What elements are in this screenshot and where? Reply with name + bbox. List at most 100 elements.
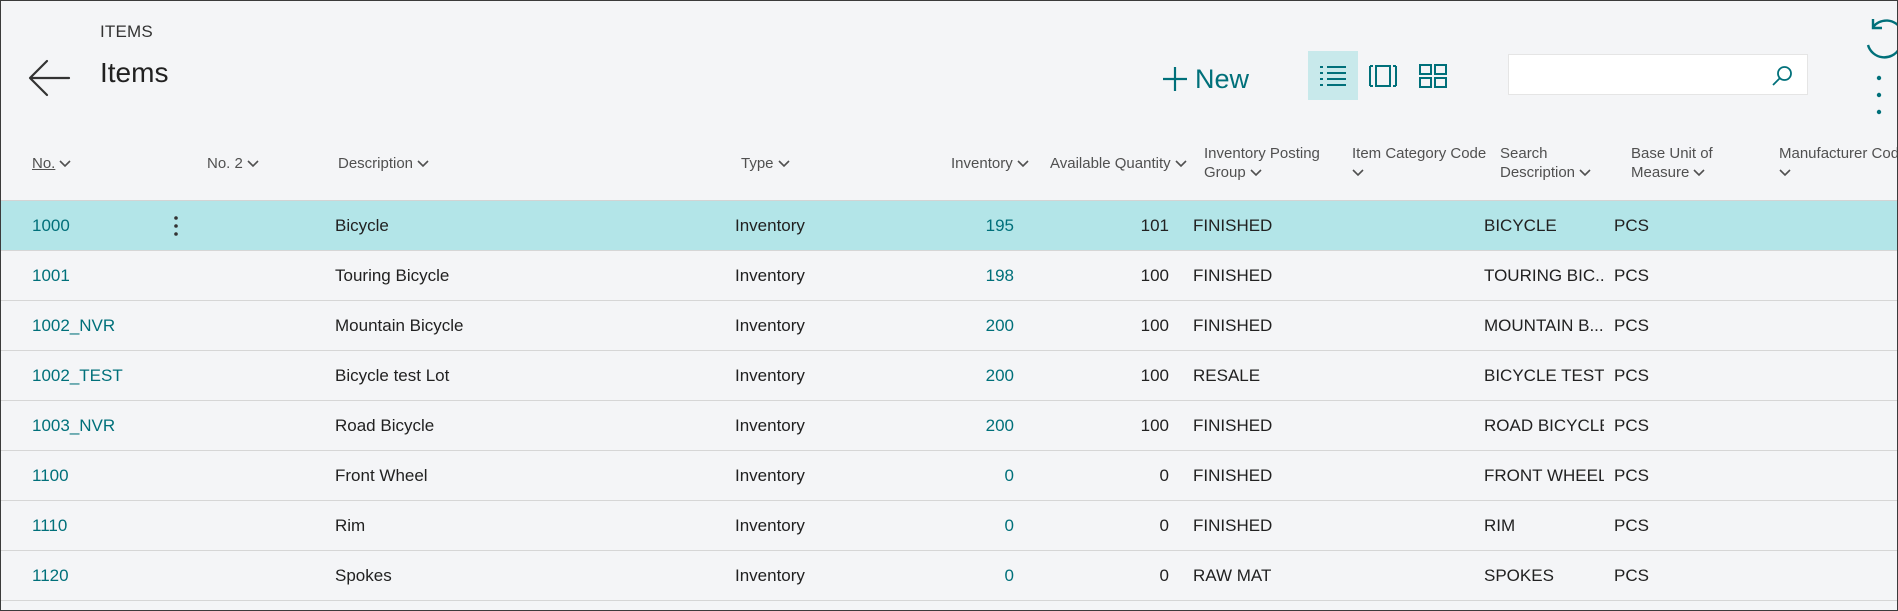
cell-description: Mountain Bicycle [335,316,464,335]
column-header-no[interactable]: No. [32,154,71,173]
cell-inventory[interactable]: 0 [901,451,1014,500]
search-box [1508,54,1808,95]
cell-base-unit-of-measure: PCS [1614,566,1649,585]
chevron-down-icon [1017,160,1029,168]
tile-view-icon [1369,64,1397,87]
row-actions-icon[interactable] [171,215,181,237]
search-icon[interactable] [1771,65,1793,87]
column-header-inventory[interactable]: Inventory [951,154,1029,173]
column-header-manufacturer-code[interactable]: Manufacturer Cod [1779,144,1897,182]
cell-available-quantity: 101 [1140,216,1169,235]
column-header-inventory-posting-group[interactable]: Inventory Posting Group [1204,144,1320,182]
column-header-no2[interactable]: No. 2 [207,154,259,173]
table-row[interactable]: 1002_NVR Mountain Bicycle Inventory 200 100 F… [1,301,1897,351]
back-arrow-icon [28,59,71,97]
cell-inventory[interactable]: 200 [901,401,1014,450]
cell-search-description: FRONT WHEEL [1484,466,1604,485]
cell-inventory[interactable]: 195 [901,201,1014,250]
cell-type: Inventory [735,416,805,435]
brick-view-icon [1419,63,1447,88]
new-button-label: New [1195,63,1250,94]
column-header-item-category-code[interactable]: Item Category Code [1352,144,1486,182]
cell-description: Bicycle test Lot [335,366,450,385]
breadcrumb: ITEMS [100,22,153,41]
cell-search-description: BICYCLE TEST ... [1484,366,1604,385]
cell-inventory-posting-group: FINISHED [1193,416,1273,435]
cell-inventory[interactable]: 0 [901,551,1014,600]
table-row[interactable]: 1001 Touring Bicycle Inventory 198 100 FINISH… [1,251,1897,301]
column-header-search-description[interactable]: Search Description [1500,144,1591,182]
cell-no[interactable]: 1001 [32,251,162,300]
cell-available-quantity: 100 [1140,316,1169,335]
column-header-available-quantity[interactable]: Available Quantity [1050,154,1187,173]
cell-no[interactable]: 1002_TEST [32,351,162,400]
cell-no[interactable]: 1002_NVR [32,301,162,350]
cell-base-unit-of-measure: PCS [1614,516,1649,535]
table-row[interactable]: 1000 Bicycle Inventory 195 101 FINISHED BICYCL… [1,201,1897,251]
cell-available-quantity: 0 [1159,466,1169,485]
table-row[interactable]: 1100 Front Wheel Inventory 0 0 FINISHED FRONT … [1,451,1897,501]
cell-no[interactable]: 1110 [32,501,162,550]
cell-available-quantity: 0 [1159,516,1169,535]
cell-base-unit-of-measure: PCS [1614,366,1649,385]
cell-description: Front Wheel [335,466,428,485]
table-row[interactable]: 1002_TEST Bicycle test Lot Inventory 200 100… [1,351,1897,401]
chevron-down-icon [1579,169,1591,177]
list-view-button[interactable] [1308,51,1358,100]
cell-description: Rim [335,516,366,535]
table-row[interactable]: 1120 Spokes Inventory 0 0 RAW MAT SPOKES PCS [1,551,1897,601]
cell-description: Touring Bicycle [335,266,450,285]
cell-available-quantity: 100 [1140,416,1169,435]
cell-inventory-posting-group: FINISHED [1193,466,1273,485]
cell-inventory[interactable]: 200 [901,301,1014,350]
column-header-description[interactable]: Description [338,154,429,173]
chevron-down-icon [1250,169,1262,177]
refresh-icon[interactable] [1863,15,1898,59]
cell-search-description: RIM [1484,516,1516,535]
back-button[interactable] [27,55,73,101]
tile-view-button[interactable] [1358,51,1408,100]
cell-search-description: TOURING BIC... [1484,266,1604,285]
chevron-down-icon [417,160,429,168]
cell-no[interactable]: 1100 [32,451,162,500]
more-options-icon[interactable] [1871,73,1887,117]
column-header-type[interactable]: Type [741,154,790,173]
table-row[interactable]: 1110 Rim Inventory 0 0 FINISHED RIM PCS [1,501,1897,551]
column-header-base-unit-of-measure[interactable]: Base Unit of Measure [1631,144,1713,182]
new-button[interactable]: New [1161,59,1249,99]
cell-type: Inventory [735,466,805,485]
table-row[interactable]: 1003_NVR Road Bicycle Inventory 200 100 FINIS… [1,401,1897,451]
list-view-icon [1320,65,1346,86]
cell-available-quantity: 100 [1140,266,1169,285]
cell-inventory[interactable]: 0 [901,501,1014,550]
chevron-down-icon [1779,169,1791,177]
cell-search-description: ROAD BICYCLE [1484,416,1604,435]
cell-type: Inventory [735,566,805,585]
cell-base-unit-of-measure: PCS [1614,416,1649,435]
cell-no[interactable]: 1003_NVR [32,401,162,450]
cell-inventory-posting-group: RAW MAT [1193,566,1272,585]
chevron-down-icon [1352,169,1364,177]
cell-base-unit-of-measure: PCS [1614,216,1649,235]
cell-search-description: MOUNTAIN B... [1484,316,1604,335]
chevron-down-icon [59,160,71,168]
cell-inventory-posting-group: FINISHED [1193,516,1273,535]
cell-type: Inventory [735,216,805,235]
cell-base-unit-of-measure: PCS [1614,266,1649,285]
plus-icon [1163,67,1187,91]
chevron-down-icon [1693,169,1705,177]
cell-type: Inventory [735,516,805,535]
brick-view-button[interactable] [1408,51,1458,100]
chevron-down-icon [247,160,259,168]
cell-type: Inventory [735,366,805,385]
cell-type: Inventory [735,316,805,335]
cell-inventory[interactable]: 198 [901,251,1014,300]
cell-base-unit-of-measure: PCS [1614,466,1649,485]
cell-no[interactable]: 1000 [32,201,162,250]
cell-no[interactable]: 1120 [32,551,162,600]
search-input[interactable] [1509,55,1771,95]
cell-search-description: BICYCLE [1484,216,1557,235]
cell-inventory[interactable]: 200 [901,351,1014,400]
chevron-down-icon [777,160,790,168]
chevron-down-icon [1175,160,1187,168]
